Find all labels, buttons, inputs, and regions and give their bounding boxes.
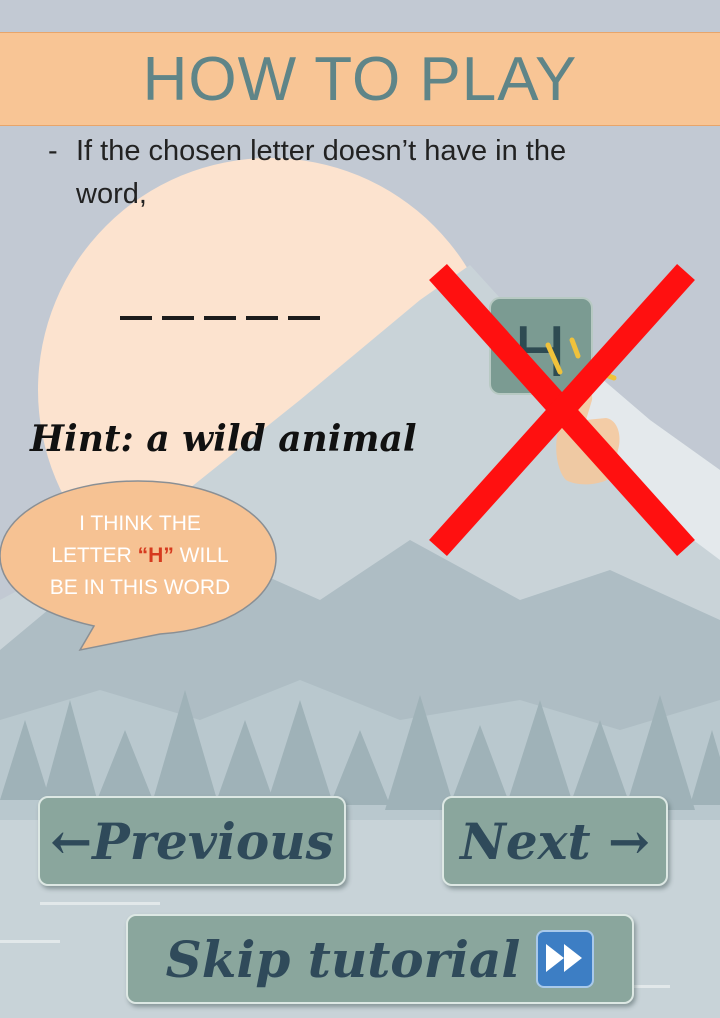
speech-line-2: LETTER “H” WILL xyxy=(22,540,258,572)
previous-button[interactable]: ←Previous xyxy=(38,796,346,886)
letter-blank xyxy=(246,316,278,320)
title-banner: HOW TO PLAY xyxy=(0,32,720,126)
speech-highlight-letter: “H” xyxy=(137,544,174,567)
lake-line xyxy=(0,940,60,943)
rule-dash: - xyxy=(48,135,58,167)
speech-line-2-after: WILL xyxy=(173,544,229,567)
letter-blank xyxy=(120,316,152,320)
fast-forward-icon xyxy=(536,930,595,988)
page-title: HOW TO PLAY xyxy=(142,44,578,114)
letter-blank xyxy=(162,316,194,320)
lake-line xyxy=(40,902,160,905)
speech-line-3: BE IN THIS WORD xyxy=(49,576,231,599)
word-blanks xyxy=(120,300,320,320)
rule-text: If the chosen letter doesn’t have in the… xyxy=(76,135,567,210)
next-button-label: Next → xyxy=(460,811,650,871)
hint-text: Hint: a wild animal xyxy=(30,418,417,460)
next-button[interactable]: Next → xyxy=(442,796,668,886)
rule-text-block: - If the chosen letter doesn’t have in t… xyxy=(48,130,568,216)
skip-tutorial-label: Skip tutorial xyxy=(165,929,521,989)
speech-line-2-before: LETTER xyxy=(51,544,138,567)
letter-blank xyxy=(204,316,236,320)
speech-line-1: I THINK THE xyxy=(79,512,201,535)
letter-blank xyxy=(288,316,320,320)
previous-button-label: ←Previous xyxy=(50,811,334,871)
skip-tutorial-button[interactable]: Skip tutorial xyxy=(126,914,634,1004)
speech-bubble-text: I THINK THE LETTER “H” WILL BE IN THIS W… xyxy=(22,508,258,604)
